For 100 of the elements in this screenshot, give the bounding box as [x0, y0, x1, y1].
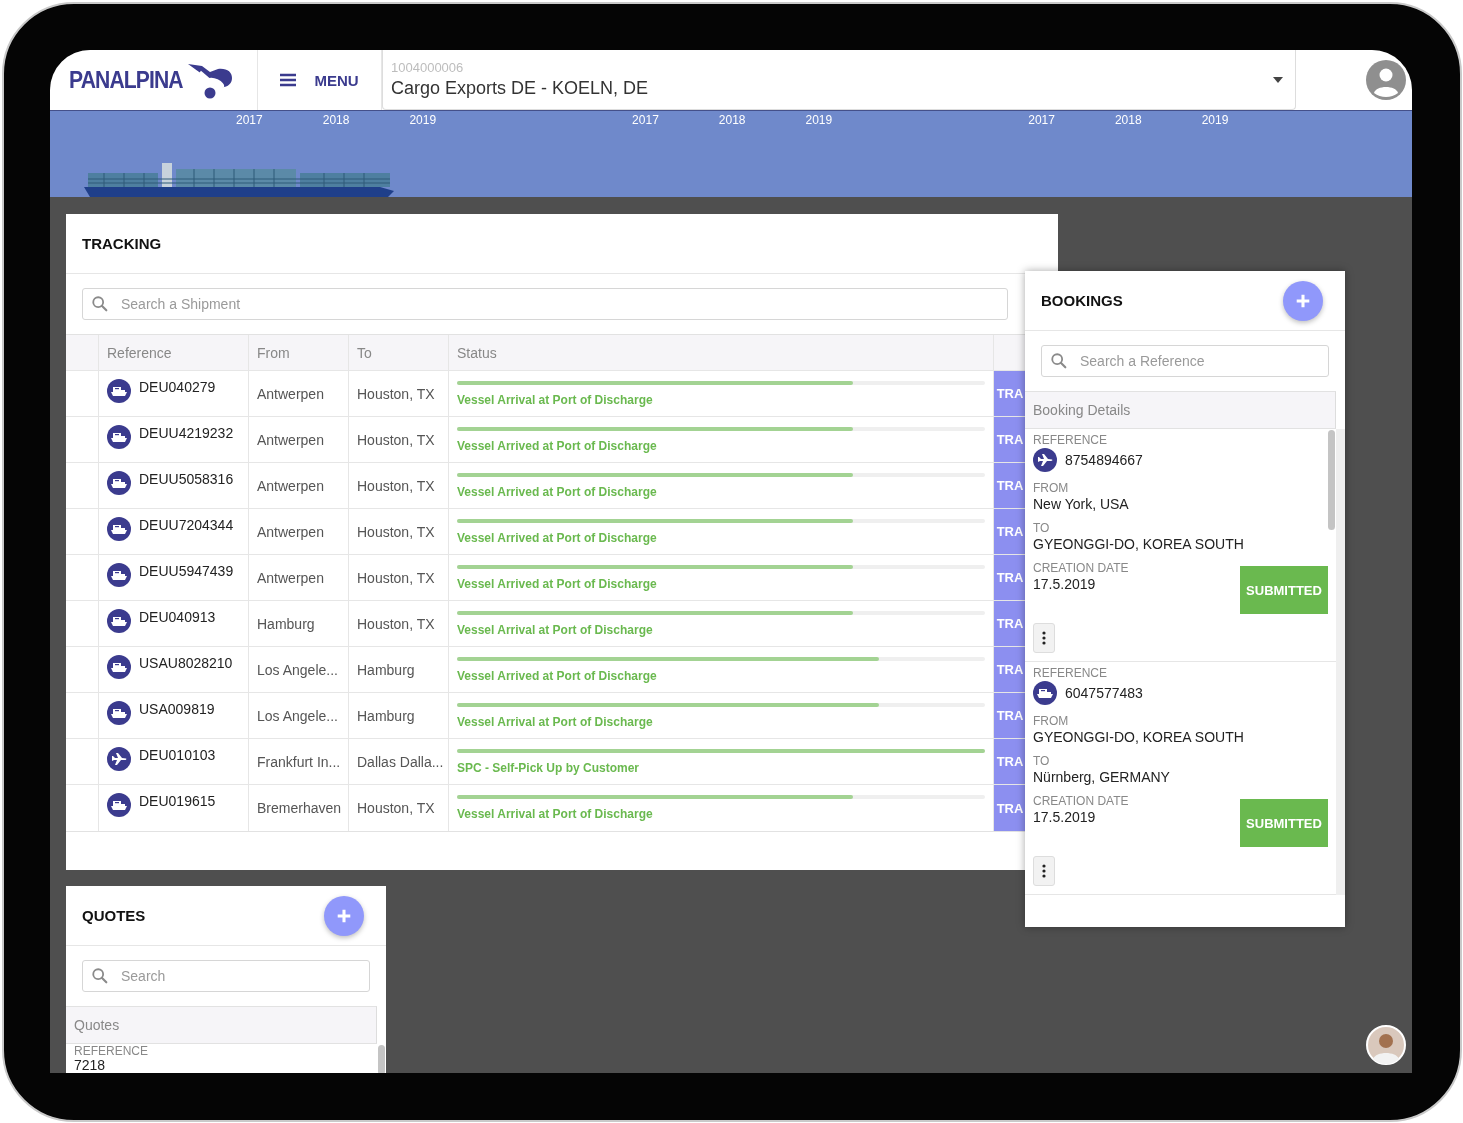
- column-header: Status: [449, 335, 994, 370]
- status-text: Vessel Arrival at Port of Discharge: [457, 714, 654, 729]
- support-avatar-icon[interactable]: [1366, 1025, 1406, 1065]
- origin-text: Antwerpen: [257, 385, 324, 402]
- reference-number[interactable]: DEUU4219232: [139, 425, 234, 441]
- field-label: TO: [1033, 754, 1051, 768]
- origin-text: Bremerhaven: [257, 800, 342, 816]
- origin-text: GYEONGGI-DO, KOREA SOUTH: [1033, 729, 1245, 745]
- ship-icon: [1033, 681, 1057, 705]
- ship-icon: [107, 471, 131, 495]
- card-title: QUOTES: [82, 907, 146, 924]
- logo-text: PANALPINA: [69, 66, 183, 94]
- status-text: Vessel Arrived at Port of Discharge: [457, 668, 658, 683]
- ship-icon: [107, 655, 131, 679]
- status-text: Vessel Arrival at Port of Discharge: [457, 392, 654, 407]
- ship-icon: [107, 517, 131, 541]
- year-label: 2018: [718, 113, 746, 127]
- destination-text: Houston, TX: [357, 385, 435, 402]
- reference-number: 7218: [74, 1058, 107, 1073]
- year-label: 2019: [805, 113, 833, 127]
- reference-number: 6047577483: [1065, 685, 1143, 701]
- destination-text: Houston, TX: [357, 800, 435, 816]
- origin-text: Los Angele...: [257, 707, 338, 724]
- origin-text: New York, USA: [1033, 496, 1130, 512]
- caret-icon: [1273, 76, 1283, 83]
- destination-text: Houston, TX: [357, 569, 435, 586]
- scrollbar[interactable]: [1328, 430, 1335, 530]
- destination-text: Houston, TX: [357, 615, 435, 632]
- status-text: Vessel Arrived at Port of Discharge: [457, 530, 658, 545]
- field-label: FROM: [1033, 714, 1070, 728]
- creation-date: 17.5.2019: [1033, 576, 1097, 592]
- destination-text: Nürnberg, GERMANY: [1033, 769, 1171, 785]
- origin-text: Frankfurt In...: [257, 753, 341, 770]
- status-text: Vessel Arrived at Port of Discharge: [457, 438, 658, 453]
- year-label: 2019: [409, 113, 437, 127]
- add-button[interactable]: [324, 895, 364, 936]
- field-label: REFERENCE: [1033, 433, 1108, 447]
- reference-number[interactable]: DEU010103: [139, 747, 216, 763]
- user-avatar-icon[interactable]: [1366, 60, 1406, 100]
- destination-text: Hamburg: [357, 707, 415, 724]
- account-number: 1004000006: [391, 60, 465, 75]
- creation-date: 17.5.2019: [1033, 809, 1097, 825]
- search-field[interactable]: Search a Reference: [1041, 345, 1329, 377]
- reference-number: 8754894667: [1065, 452, 1143, 468]
- airplane-icon: [107, 747, 131, 771]
- destination-text: Houston, TX: [357, 431, 435, 448]
- search-field[interactable]: Search a Shipment: [82, 288, 1008, 320]
- year-label: 2019: [1201, 113, 1229, 127]
- destination-text: Dallas Dalla...: [357, 753, 444, 770]
- reference-number[interactable]: DEUU7204344: [139, 517, 234, 533]
- more-icon: [1042, 864, 1046, 878]
- reference-number[interactable]: USA009819: [139, 701, 215, 717]
- account-name: Cargo Exports DE - KOELN, DE: [391, 78, 649, 99]
- status-text: SPC - Self-Pick Up by Customer: [457, 760, 641, 775]
- status-text: Vessel Arrived at Port of Discharge: [457, 576, 658, 591]
- search-field[interactable]: Search: [82, 960, 370, 992]
- status-badge: SUBMITTED: [1240, 799, 1328, 847]
- add-button[interactable]: [1283, 280, 1323, 321]
- field-label: REFERENCE: [74, 1045, 149, 1059]
- list-header: Booking Details: [1033, 402, 1131, 418]
- airplane-icon: [1033, 448, 1057, 472]
- reference-number[interactable]: DEUU5947439: [139, 563, 234, 579]
- status-text: Vessel Arrival at Port of Discharge: [457, 622, 654, 637]
- origin-text: Los Angele...: [257, 661, 338, 678]
- year-label: 2017: [236, 113, 263, 127]
- origin-text: Hamburg: [257, 615, 315, 632]
- destination-text: Houston, TX: [357, 477, 435, 494]
- reference-number[interactable]: DEUU5058316: [139, 471, 234, 487]
- ship-icon: [107, 425, 131, 449]
- more-icon: [1042, 631, 1046, 645]
- card-title: BOOKINGS: [1041, 292, 1123, 309]
- list-header: Quotes: [74, 1017, 120, 1033]
- field-label: CREATION DATE: [1033, 794, 1129, 808]
- status-text: Vessel Arrived at Port of Discharge: [457, 484, 658, 499]
- origin-text: Antwerpen: [257, 477, 324, 494]
- year-label: 2017: [632, 113, 659, 127]
- column-header: Reference: [99, 335, 249, 370]
- ship-icon: [107, 379, 131, 403]
- more-options-button[interactable]: [1033, 623, 1055, 653]
- destination-text: GYEONGGI-DO, KOREA SOUTH: [1033, 536, 1245, 552]
- field-label: FROM: [1033, 481, 1070, 495]
- reference-number[interactable]: USAU8028210: [139, 655, 233, 671]
- reference-number[interactable]: DEU040279: [139, 379, 216, 395]
- year-label: 2018: [322, 113, 350, 127]
- year-label: 2018: [1114, 113, 1142, 127]
- status-text: Vessel Arrival at Port of Discharge: [457, 807, 654, 821]
- field-label: CREATION DATE: [1033, 561, 1129, 575]
- scrollbar[interactable]: [378, 1045, 385, 1073]
- reference-number[interactable]: DEU040913: [139, 609, 216, 625]
- reference-number[interactable]: DEU019615: [139, 793, 216, 809]
- status-badge: SUBMITTED: [1240, 566, 1328, 614]
- year-label: 2017: [1028, 113, 1055, 127]
- field-label: TO: [1033, 521, 1051, 535]
- origin-text: Antwerpen: [257, 523, 324, 540]
- more-options-button[interactable]: [1033, 856, 1055, 886]
- origin-text: Antwerpen: [257, 431, 324, 448]
- menu-icon: [280, 73, 297, 87]
- ship-icon: [107, 609, 131, 633]
- column-header: To: [349, 335, 449, 370]
- destination-text: Houston, TX: [357, 523, 435, 540]
